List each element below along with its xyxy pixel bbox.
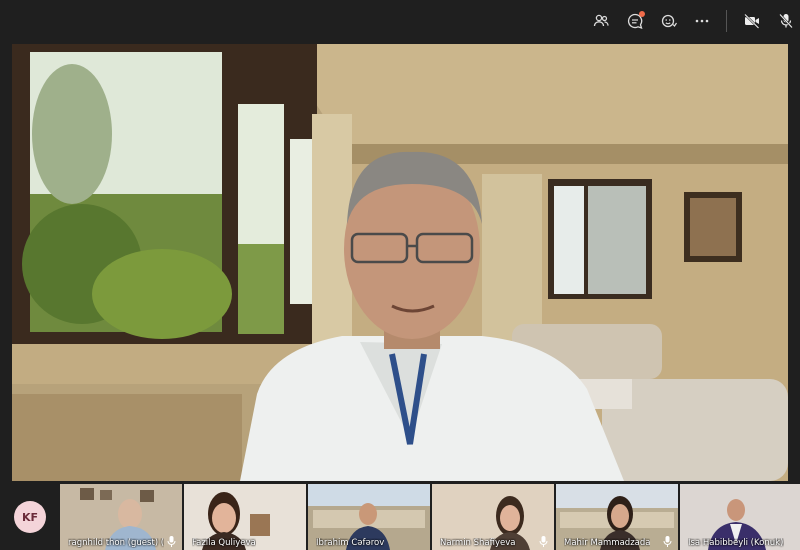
participant-name: Isa Habibbeyli (Konuk)... — [688, 538, 784, 548]
speaker-video-frame — [12, 44, 788, 481]
chat-button[interactable] — [622, 9, 648, 33]
camera-off-icon — [744, 13, 760, 29]
camera-toggle-button[interactable] — [739, 9, 765, 33]
participant-name: Narmin Shafiyeva — [440, 538, 516, 548]
avatar: KF — [14, 501, 46, 533]
participant-filmstrip: KF ragnhild thon (guest) (... Fazila Qul… — [0, 484, 800, 550]
more-button[interactable] — [689, 9, 715, 33]
reactions-button[interactable] — [656, 9, 682, 33]
meeting-window: KF ragnhild thon (guest) (... Fazila Qul… — [0, 0, 800, 550]
participant-tile-narmin[interactable]: Narmin Shafiyeva — [432, 484, 554, 550]
participant-tile-ragnhild[interactable]: ragnhild thon (guest) (... — [60, 484, 182, 550]
mic-icon — [663, 536, 672, 547]
participant-tile-isa[interactable]: Isa Habibbeyli (Konuk)... — [680, 484, 800, 550]
meeting-toolbar — [0, 0, 800, 42]
mic-icon — [539, 536, 548, 547]
more-icon — [695, 19, 709, 23]
participant-tile-kf[interactable]: KF — [0, 484, 60, 550]
participant-tile-ibrahim[interactable]: İbrahim Cəfərov — [308, 484, 430, 550]
participant-name: Mahir Mammadzada — [564, 538, 651, 548]
participant-tile-fazila[interactable]: Fazila Quliyeva — [184, 484, 306, 550]
mic-toggle-button[interactable] — [773, 9, 799, 33]
mic-icon — [167, 536, 176, 547]
participant-name: ragnhild thon (guest) (... — [68, 538, 164, 548]
participant-tile-mahir[interactable]: Mahir Mammadzada — [556, 484, 678, 550]
main-speaker-video[interactable] — [12, 44, 788, 481]
participant-name: Fazila Quliyeva — [192, 538, 256, 548]
mic-off-icon — [779, 13, 793, 29]
chat-notification-badge — [639, 11, 645, 17]
participant-name: İbrahim Cəfərov — [316, 538, 385, 548]
participants-icon — [593, 14, 609, 27]
reactions-icon — [661, 14, 677, 28]
participants-button[interactable] — [588, 9, 614, 33]
toolbar-divider — [726, 10, 727, 32]
